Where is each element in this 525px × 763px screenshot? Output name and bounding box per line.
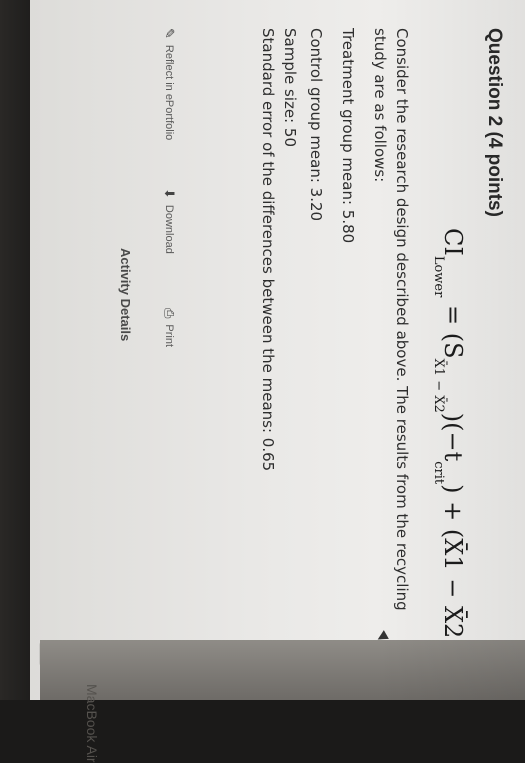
question-intro: Consider the research design described a… [371, 28, 411, 611]
screen-content: Question 2 (4 points) CILower = (SX̄1 − … [30, 0, 525, 700]
stat-standard-error: Standard error of the differences betwee… [259, 28, 277, 472]
reflect-eportfolio-button[interactable]: ✎ Reflect in ePortfolio [161, 28, 177, 140]
formula-s-sub: X̄1 − X̄2 [431, 358, 446, 413]
printer-icon: ⎙ [162, 308, 177, 319]
confidence-interval-formula: CILower = (SX̄1 − X̄2)(−tcrit) + (X̄1 − … [431, 228, 467, 648]
download-label: Download [163, 204, 175, 254]
download-icon: ⬇ [162, 188, 177, 199]
stat-control-mean: Control group mean: 3.20 [307, 28, 325, 222]
activity-details-link[interactable]: Activity Details [118, 248, 133, 341]
formula-end: ) + (X̄1 − X̄2) [439, 484, 467, 648]
download-button[interactable]: ⬇ Download [161, 188, 177, 254]
print-label: Print [163, 324, 175, 348]
question-title: Question 2 (4 points) [484, 28, 505, 217]
reflect-label: Reflect in ePortfolio [163, 44, 175, 141]
eportfolio-icon: ✎ [162, 28, 177, 39]
stat-treatment-mean: Treatment group mean: 5.80 [339, 28, 357, 244]
stat-sample-size: Sample size: 50 [281, 28, 299, 148]
formula-eq: = ( [439, 297, 467, 343]
formula-s: S [439, 342, 467, 359]
print-button[interactable]: ⎙ Print [161, 308, 177, 347]
formula-mid: )(−t [439, 412, 467, 462]
formula-lhs-sub: Lower [431, 255, 446, 298]
formula-crit-sub: crit [431, 461, 446, 485]
device-label: MacBook Air [84, 684, 100, 763]
device-brand: MacBook Air [40, 640, 525, 763]
action-bar: ✎ Reflect in ePortfolio ⬇ Download ⎙ Pri… [143, 0, 177, 700]
formula-lhs: CI [439, 228, 467, 256]
